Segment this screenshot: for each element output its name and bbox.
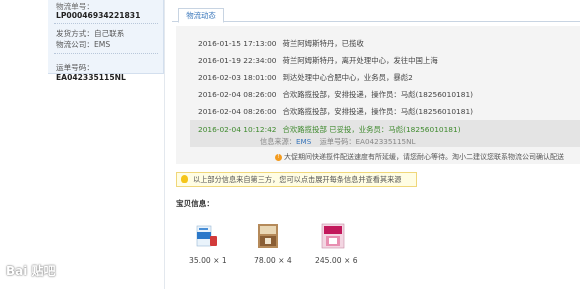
lightbulb-icon <box>181 175 188 183</box>
tracking-number-value: LP00046934221831 <box>56 11 141 20</box>
product-box-tan-icon[interactable] <box>256 222 282 249</box>
product-box-blue-icon[interactable] <box>194 222 220 249</box>
product-price: 245.00 × 6 <box>315 256 358 265</box>
panel-divider <box>54 53 158 54</box>
warning-icon: ! <box>275 153 282 161</box>
product-price: 78.00 × 4 <box>254 256 292 265</box>
source-carrier-link[interactable]: EMS <box>296 137 311 146</box>
carrier-name: 物流公司：EMS <box>56 40 111 49</box>
product-price: 35.00 × 1 <box>189 256 227 265</box>
waybill-number: 运单号码：EA042335115NL <box>56 63 126 82</box>
log-entry: 2016-01-19 22:34:00 荷兰阿姆斯特丹，离开处理中心，发往中国上海 <box>198 56 438 65</box>
panel-border <box>164 0 165 289</box>
delay-notice: ! 大促期间快递揽件配送速度有所延缓，请您耐心等待。淘小二建议您联系物流公司确认配… <box>275 152 564 162</box>
products-title: 宝贝信息： <box>176 199 214 208</box>
latest-log-entry: 2016-02-04 10:12:42 合欢路揽投部 已妥投，业务员：马彪(182… <box>198 125 461 134</box>
panel-divider <box>54 23 158 24</box>
order-info-panel: 物流单号： LP00046934221831 发货方式：自己联系 物流公司：EM… <box>48 0 164 82</box>
product-box-pink-icon[interactable] <box>320 222 346 249</box>
log-entry: 2016-02-04 08:26:00 合欢路揽投部，安排投递，操作员：马彪(18… <box>198 90 474 99</box>
watermark: Bai 贴吧 <box>6 264 56 278</box>
third-party-info-bar: 以上部分信息来自第三方，您可以点击展开每条信息并查看其来源 <box>176 172 417 187</box>
log-entry: 2016-01-15 17:13:00 荷兰阿姆斯特丹，已揽收 <box>198 39 364 48</box>
log-entry: 2016-02-04 08:26:00 合欢路揽投部，安排投递，操作员：马彪(18… <box>198 107 474 116</box>
info-source: 信息来源：EMS 运单号码：EA042335115NL <box>260 137 416 146</box>
tab-logistics[interactable]: 物流动态 <box>178 8 224 23</box>
tab-bar <box>172 21 580 22</box>
log-entry: 2016-02-03 18:01:00 到达处理中心合肥中心，业务员，暴彪2 <box>198 73 413 82</box>
ship-method: 发货方式：自己联系 <box>56 29 125 38</box>
